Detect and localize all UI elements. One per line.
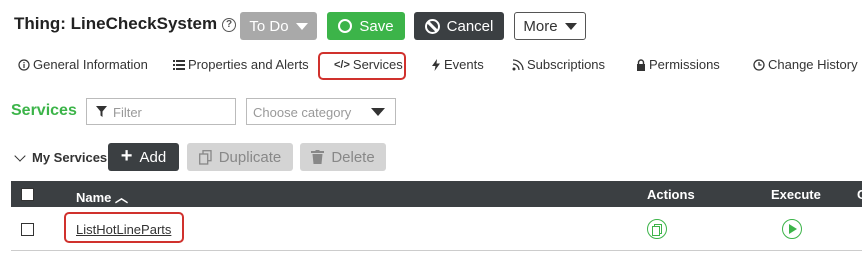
tab-change-history[interactable]: Change History xyxy=(753,57,858,72)
tab-permissions[interactable]: Permissions xyxy=(636,57,720,72)
service-name-highlight xyxy=(64,212,184,243)
my-services-label: My Services xyxy=(32,150,108,165)
tab-events[interactable]: Events xyxy=(431,57,484,72)
copy-icon xyxy=(198,149,212,165)
tab-label: Events xyxy=(444,57,484,72)
bolt-icon xyxy=(432,58,440,71)
caret-down-icon xyxy=(564,22,577,30)
info-icon xyxy=(18,58,30,71)
page-title: Thing: LineCheckSystem? xyxy=(14,14,237,34)
duplicate-button[interactable]: Duplicate xyxy=(187,143,293,171)
name-column-header[interactable]: Name ︿ xyxy=(76,187,128,206)
help-icon[interactable]: ? xyxy=(222,18,237,32)
cancel-button[interactable]: Cancel xyxy=(414,12,504,40)
select-all-checkbox[interactable] xyxy=(21,188,34,201)
tab-label: Permissions xyxy=(649,57,720,72)
list-icon xyxy=(173,59,185,70)
circle-icon xyxy=(338,19,353,33)
execute-column-header: Execute xyxy=(771,187,821,202)
delete-button[interactable]: Delete xyxy=(300,143,386,171)
services-tab-highlight xyxy=(318,52,406,80)
filter-icon xyxy=(96,106,107,117)
tab-general-information[interactable]: General Information xyxy=(18,57,148,72)
my-services-toggle[interactable]: My Services xyxy=(14,149,108,165)
sort-asc-icon: ︿ xyxy=(115,190,129,205)
plus-icon: + xyxy=(120,145,133,167)
todo-label: To Do xyxy=(249,17,289,35)
caret-down-icon xyxy=(371,108,385,116)
tab-subscriptions[interactable]: Subscriptions xyxy=(512,57,605,72)
actions-column-header: Actions xyxy=(647,187,695,202)
filter-input[interactable]: Filter xyxy=(86,98,236,125)
cancel-label: Cancel xyxy=(446,17,494,35)
more-label: More xyxy=(523,17,558,35)
category-select[interactable]: Choose category xyxy=(246,98,396,125)
tab-label: Properties and Alerts xyxy=(188,57,309,72)
execute-play-icon[interactable] xyxy=(782,219,802,239)
section-title: Services xyxy=(11,102,77,119)
clock-icon xyxy=(753,58,765,71)
save-label: Save xyxy=(359,17,394,35)
ban-icon xyxy=(424,18,440,34)
tab-label: Subscriptions xyxy=(527,57,606,72)
row-checkbox[interactable] xyxy=(21,223,34,236)
add-label: Add xyxy=(139,148,167,166)
tab-properties-and-alerts[interactable]: Properties and Alerts xyxy=(173,57,309,72)
save-button[interactable]: Save xyxy=(327,12,405,40)
filter-placeholder: Filter xyxy=(113,105,142,120)
name-column-label: Name xyxy=(76,190,112,205)
lock-icon xyxy=(637,58,645,71)
more-button[interactable]: More xyxy=(514,12,586,40)
chevron-down-icon xyxy=(14,149,26,162)
tab-label: General Information xyxy=(33,57,148,72)
trash-icon xyxy=(311,150,325,164)
duplicate-label: Duplicate xyxy=(218,148,282,166)
caret-down-icon xyxy=(295,22,308,30)
add-button[interactable]: + Add xyxy=(108,143,179,171)
extra-column-header: C xyxy=(857,187,862,202)
todo-button[interactable]: To Do xyxy=(240,12,317,40)
duplicate-service-icon[interactable] xyxy=(647,219,667,239)
category-placeholder: Choose category xyxy=(253,105,352,120)
page-title-text: Thing: LineCheckSystem xyxy=(14,14,218,33)
table-header: Name ︿ Actions Execute C xyxy=(11,181,862,207)
delete-label: Delete xyxy=(331,148,375,166)
tab-label: Change History xyxy=(768,57,858,72)
rss-icon xyxy=(512,58,524,70)
